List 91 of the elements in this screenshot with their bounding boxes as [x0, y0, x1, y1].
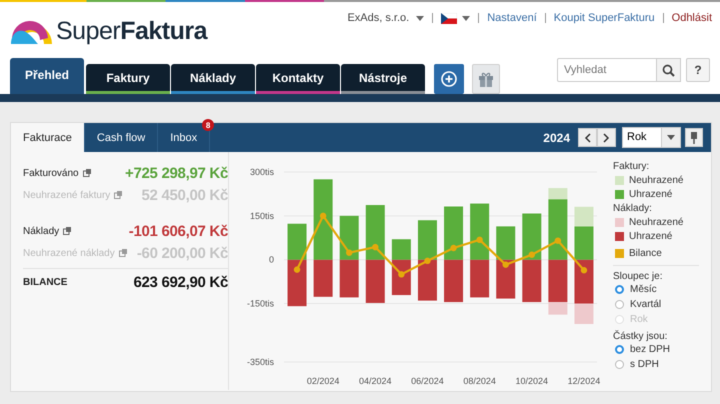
legend-label: Neuhrazené: [629, 175, 684, 186]
caret-icon: [667, 135, 675, 140]
chart-bar: [288, 224, 307, 260]
chart-bar: [522, 214, 542, 260]
point: [424, 258, 431, 264]
radio-option[interactable]: s DPH: [615, 359, 699, 370]
axis-label: 0: [268, 254, 274, 265]
next-button[interactable]: [597, 128, 616, 147]
logout-link[interactable]: Odhlásit: [672, 12, 712, 24]
chart-bar: [288, 260, 307, 306]
stat-label: BILANCE: [23, 276, 68, 288]
legend-label: Neuhrazené: [629, 217, 684, 228]
axis-label: 10/2024: [516, 376, 548, 386]
plus-icon: [441, 71, 457, 87]
chart-bar: [444, 206, 464, 260]
option-heading: Částky jsou:: [613, 331, 668, 342]
radio-option[interactable]: Měsíc: [615, 284, 699, 295]
external-link-icon[interactable]: [118, 249, 127, 257]
add-button[interactable]: [434, 64, 464, 94]
nav-tab[interactable]: Kontakty: [256, 64, 340, 94]
legend-label: Uhrazené: [629, 231, 672, 242]
previous-button[interactable]: [578, 128, 597, 147]
account-menu[interactable]: ExAds, s.r.o.: [347, 12, 424, 24]
legend-label: Bilance: [629, 248, 662, 259]
chart-bar: [366, 260, 385, 303]
stat-label[interactable]: Fakturováno: [23, 168, 79, 178]
point: [528, 252, 535, 258]
chart-bar: [418, 220, 437, 260]
nav-tab[interactable]: Nástroje: [341, 64, 425, 94]
external-link-icon[interactable]: [82, 169, 91, 177]
axis-label: 12/2024: [568, 376, 600, 386]
point: [554, 237, 562, 244]
point: [294, 266, 300, 273]
search-button[interactable]: [657, 58, 681, 82]
axis-label: -150tis: [246, 298, 274, 309]
stat-label[interactable]: Náklady: [23, 226, 60, 236]
period-select[interactable]: Rok: [622, 127, 681, 148]
caret-icon[interactable]: [462, 16, 470, 20]
chart-bar: [418, 260, 437, 301]
axis-label: 06/2024: [411, 376, 444, 386]
axis-label: 300tis: [250, 167, 274, 177]
axis-label: 02/2024: [306, 376, 340, 386]
point: [450, 244, 457, 252]
search-field[interactable]: Vyhledat: [557, 58, 657, 82]
nav-tab[interactable]: Faktury: [86, 64, 170, 94]
point: [398, 271, 405, 278]
axis-label: -350tis: [246, 357, 274, 367]
pin-button[interactable]: [685, 128, 703, 147]
radio-option[interactable]: Kvartál: [615, 299, 699, 310]
chart-bar: [496, 226, 516, 260]
help-button[interactable]: ?: [686, 58, 710, 82]
option-heading: Sloupec je:: [613, 265, 699, 282]
point: [346, 249, 352, 256]
axis-label: 150tis: [250, 210, 274, 221]
notification-badge: 8: [202, 119, 214, 131]
external-link-icon[interactable]: [114, 191, 122, 199]
gift-button[interactable]: [472, 64, 500, 94]
chart-bar: [340, 260, 359, 298]
header-link[interactable]: Koupit SuperFakturu: [554, 12, 655, 24]
legend-heading: Náklady:: [613, 203, 653, 214]
stat-value: 623 692,90 Kč: [133, 274, 228, 290]
point: [580, 267, 588, 274]
search-icon: [662, 64, 675, 76]
legend-label: Uhrazené: [629, 189, 672, 200]
chevron-left-icon: [584, 132, 591, 142]
chevron-right-icon: [603, 132, 610, 142]
axis-label: 08/2024: [463, 376, 496, 386]
nav-tab[interactable]: Náklady: [171, 64, 255, 94]
stat-value: +725 298,97 Kč: [125, 164, 228, 182]
external-link-icon[interactable]: [63, 227, 72, 235]
point: [320, 212, 326, 220]
stat-value: -101 606,07 Kč: [128, 222, 228, 240]
chart-bar: [496, 260, 516, 299]
panel-tab[interactable]: Fakturace: [11, 123, 85, 152]
axis-label: 04/2024: [359, 376, 392, 386]
flag-icon[interactable]: [441, 12, 458, 24]
point: [502, 261, 509, 268]
chart-bar: [444, 260, 464, 302]
chart-bar: [366, 205, 385, 260]
nav-tab[interactable]: Přehled: [10, 58, 84, 94]
logo-wordmark: SuperFaktura: [56, 16, 208, 46]
point: [372, 244, 378, 250]
pin-icon: [690, 132, 698, 144]
caret-icon: [416, 16, 424, 20]
chart-bar: [522, 260, 542, 302]
gift-icon: [478, 72, 494, 86]
radio-option[interactable]: bez DPH: [615, 344, 699, 355]
header-link[interactable]: Nastavení: [487, 12, 537, 24]
point: [476, 236, 483, 244]
year-label: 2024: [543, 130, 570, 144]
legend-heading: Faktury:: [613, 161, 650, 172]
